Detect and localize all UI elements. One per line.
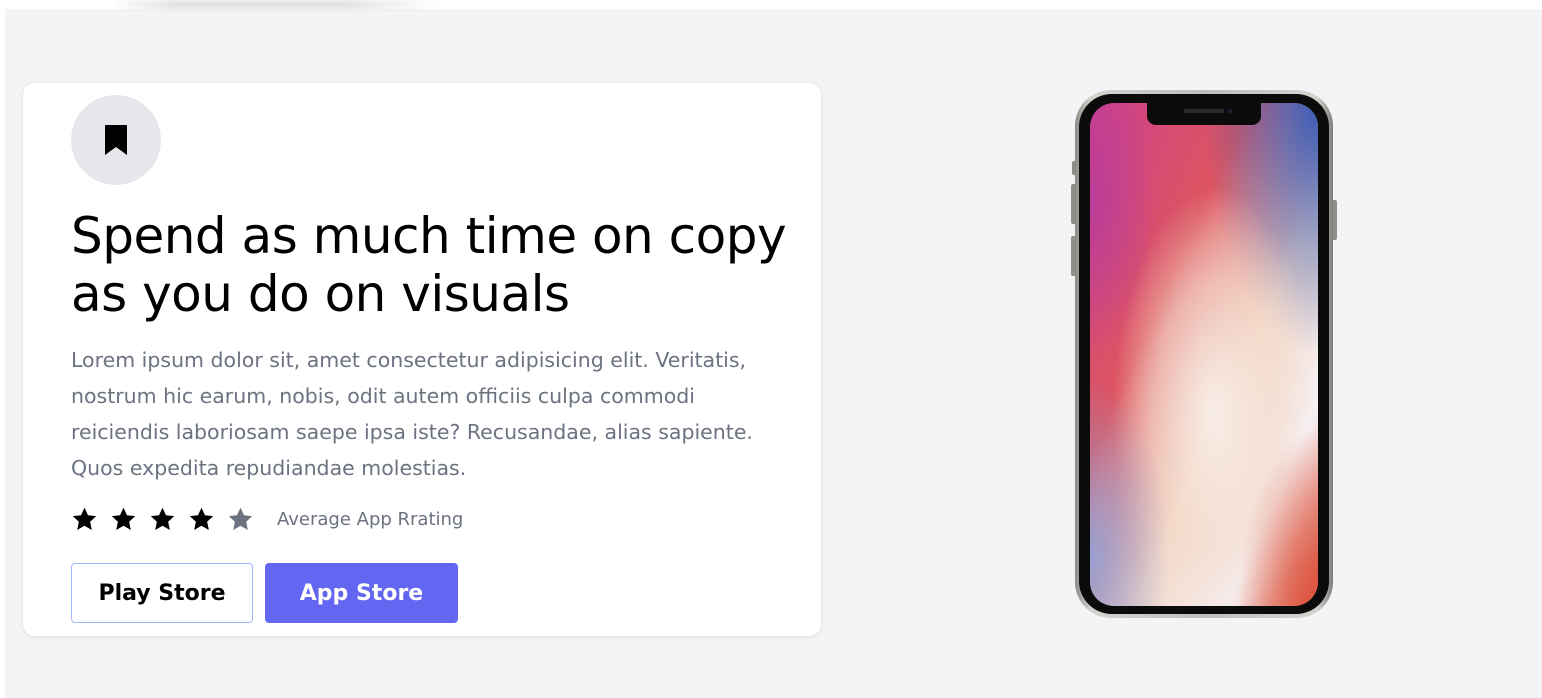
rating-label: Average App Rrating <box>277 508 464 530</box>
icon-badge <box>71 95 161 185</box>
feature-card: Spend as much time on copy as you do on … <box>23 83 821 636</box>
description-text: Lorem ipsum dolor sit, amet consectetur … <box>71 348 753 480</box>
headline: Spend as much time on copy as you do on … <box>71 207 787 323</box>
star-icon <box>150 507 175 530</box>
star-empty-icon <box>228 507 253 530</box>
star-icon <box>72 507 97 530</box>
phone-image <box>1071 90 1337 618</box>
play-store-button[interactable]: Play Store <box>71 563 253 623</box>
top-bar-shadow <box>110 0 440 9</box>
app-rating: Average App Rrating <box>71 502 463 536</box>
star-icon <box>189 507 214 530</box>
star-icon <box>111 507 136 530</box>
phone-mockup <box>1068 88 1340 620</box>
left-edge <box>0 9 5 698</box>
bookmark-icon <box>105 125 127 155</box>
app-store-button[interactable]: App Store <box>265 563 458 623</box>
